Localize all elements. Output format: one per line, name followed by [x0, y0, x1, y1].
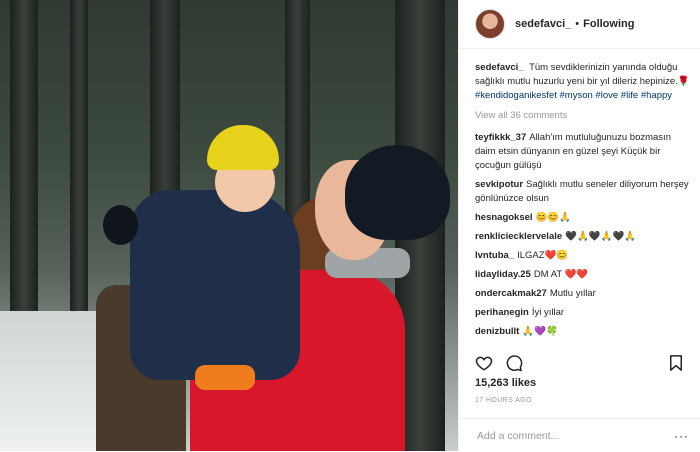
comment-item: lidayliday.25 DM AT ❤️❤️ [475, 268, 691, 282]
instagram-post: sedefavci_ • Following sedefavci_ Tüm se… [0, 0, 700, 451]
comment-username[interactable]: perihanegin [475, 307, 529, 318]
comment-username[interactable]: ondercakmak27 [475, 288, 547, 299]
comment-icon[interactable] [505, 354, 523, 372]
comment-item: perihanegin İyi yıllar [475, 306, 691, 320]
comments-list: sedefavci_ Tüm sevdiklerinizin yanında o… [459, 49, 700, 358]
comment-username[interactable]: sevkipotur [475, 179, 523, 190]
comment-item: lvntuba_ ILGAZ❤️😊 [475, 249, 691, 263]
comment-username[interactable]: renklicieckler­velale [475, 231, 562, 242]
avatar[interactable] [475, 9, 505, 39]
comment-item: denizbullt 🙏💜🍀 [475, 325, 691, 339]
heart-icon[interactable] [475, 354, 493, 372]
following-button[interactable]: Following [583, 18, 634, 30]
boy-glove [103, 205, 138, 245]
comment-text: ILGAZ❤️😊 [517, 250, 569, 261]
comment-item: renklicieckler­velale 🖤🙏🖤🙏🖤🙏 [475, 230, 691, 244]
hashtag-link[interactable]: #happy [641, 90, 672, 101]
comment-text: İyi yıllar [531, 307, 565, 318]
post-actions [475, 352, 685, 374]
comment-item: teyfikkk_37 Allah'ım mutluluğunuzu bozmas… [475, 131, 691, 173]
post-header: sedefavci_ • Following [459, 0, 700, 49]
post-side-panel: sedefavci_ • Following sedefavci_ Tüm se… [458, 0, 700, 451]
comment-username[interactable]: lidayliday.25 [475, 269, 531, 280]
hashtag-link[interactable]: #kendidoganikesfet [475, 90, 557, 101]
header-separator: • [575, 18, 580, 30]
comment-text: 🖤🙏🖤🙏🖤🙏 [565, 231, 637, 242]
hashtag-link[interactable]: #myson [560, 90, 593, 101]
view-all-comments-link[interactable]: View all 36 comments [475, 109, 691, 123]
add-comment-bar: ··· [459, 418, 700, 452]
hashtag-link[interactable]: #life [621, 90, 638, 101]
post-caption: sedefavci_ Tüm sevdiklerinizin yanında o… [475, 61, 691, 103]
comment-item: ondercakmak27 Mutlu yıllar [475, 287, 691, 301]
comment-text: 🙏💜🍀 [522, 326, 558, 337]
post-timestamp[interactable]: 17 HOURS AGO [475, 397, 532, 404]
comment-text: DM AT ❤️❤️ [533, 269, 589, 280]
boy-orange-pants [195, 365, 255, 390]
comment-username[interactable]: lvntuba_ [475, 250, 514, 261]
woman-knit-hat [345, 145, 450, 240]
comment-text: Mutlu yıllar [549, 288, 596, 299]
comment-item: hesnagoksel 😊😊🙏 [475, 211, 691, 225]
hashtag-link[interactable]: #love [595, 90, 618, 101]
boy-yellow-hat [207, 125, 279, 170]
comment-username[interactable]: denizbullt [475, 326, 519, 337]
post-photo[interactable] [0, 0, 458, 451]
comment-item: sevkipotur Sağlıklı mutlu seneler diliyor… [475, 178, 691, 206]
comment-username[interactable]: hesnagoksel [475, 212, 533, 223]
more-options-icon[interactable]: ··· [674, 429, 689, 443]
add-comment-input[interactable] [475, 428, 674, 443]
comment-username[interactable]: teyfikkk_37 [475, 132, 526, 143]
comment-text: 😊😊🙏 [535, 212, 572, 223]
header-username[interactable]: sedefavci_ [515, 18, 571, 30]
bookmark-icon[interactable] [667, 354, 685, 372]
likes-count[interactable]: 15,263 likes [475, 377, 536, 389]
caption-username[interactable]: sedefavci_ [475, 62, 524, 73]
boy-jacket [130, 190, 300, 380]
